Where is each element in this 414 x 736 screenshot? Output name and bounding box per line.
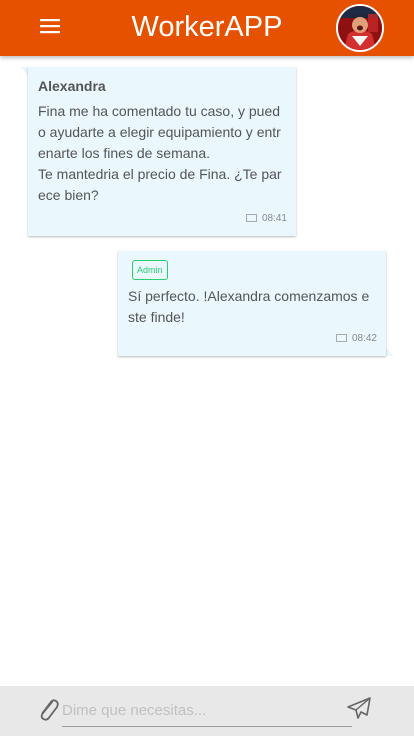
- message-bubble-outgoing: Admin Sí perfecto. !Alexandra comenzamos…: [118, 251, 386, 356]
- paperclip-icon: [36, 699, 60, 726]
- message-text: Fina me ha comentado tu caso, y puedo ay…: [38, 103, 282, 203]
- message-text: Sí perfecto. !Alexandra comenzamos este …: [128, 288, 370, 325]
- message-meta: 08:42: [335, 333, 377, 344]
- message-sender: Alexandra: [38, 78, 106, 94]
- paper-plane-icon: [346, 697, 372, 724]
- message-time: 08:42: [351, 333, 377, 344]
- send-button[interactable]: [346, 696, 372, 720]
- message-input[interactable]: [62, 694, 352, 727]
- admin-badge: Admin: [132, 260, 168, 280]
- message-bubble-incoming: Alexandra Fina me ha comentado tu caso, …: [28, 67, 296, 236]
- chat-bubble-icon: [335, 334, 347, 343]
- user-avatar[interactable]: [336, 4, 384, 52]
- message-time: 08:41: [261, 213, 287, 224]
- chat-bubble-icon: [245, 214, 257, 223]
- app-bar: WorkerAPP: [0, 0, 414, 56]
- message-meta: 08:41: [245, 213, 287, 224]
- attach-button[interactable]: [36, 696, 60, 722]
